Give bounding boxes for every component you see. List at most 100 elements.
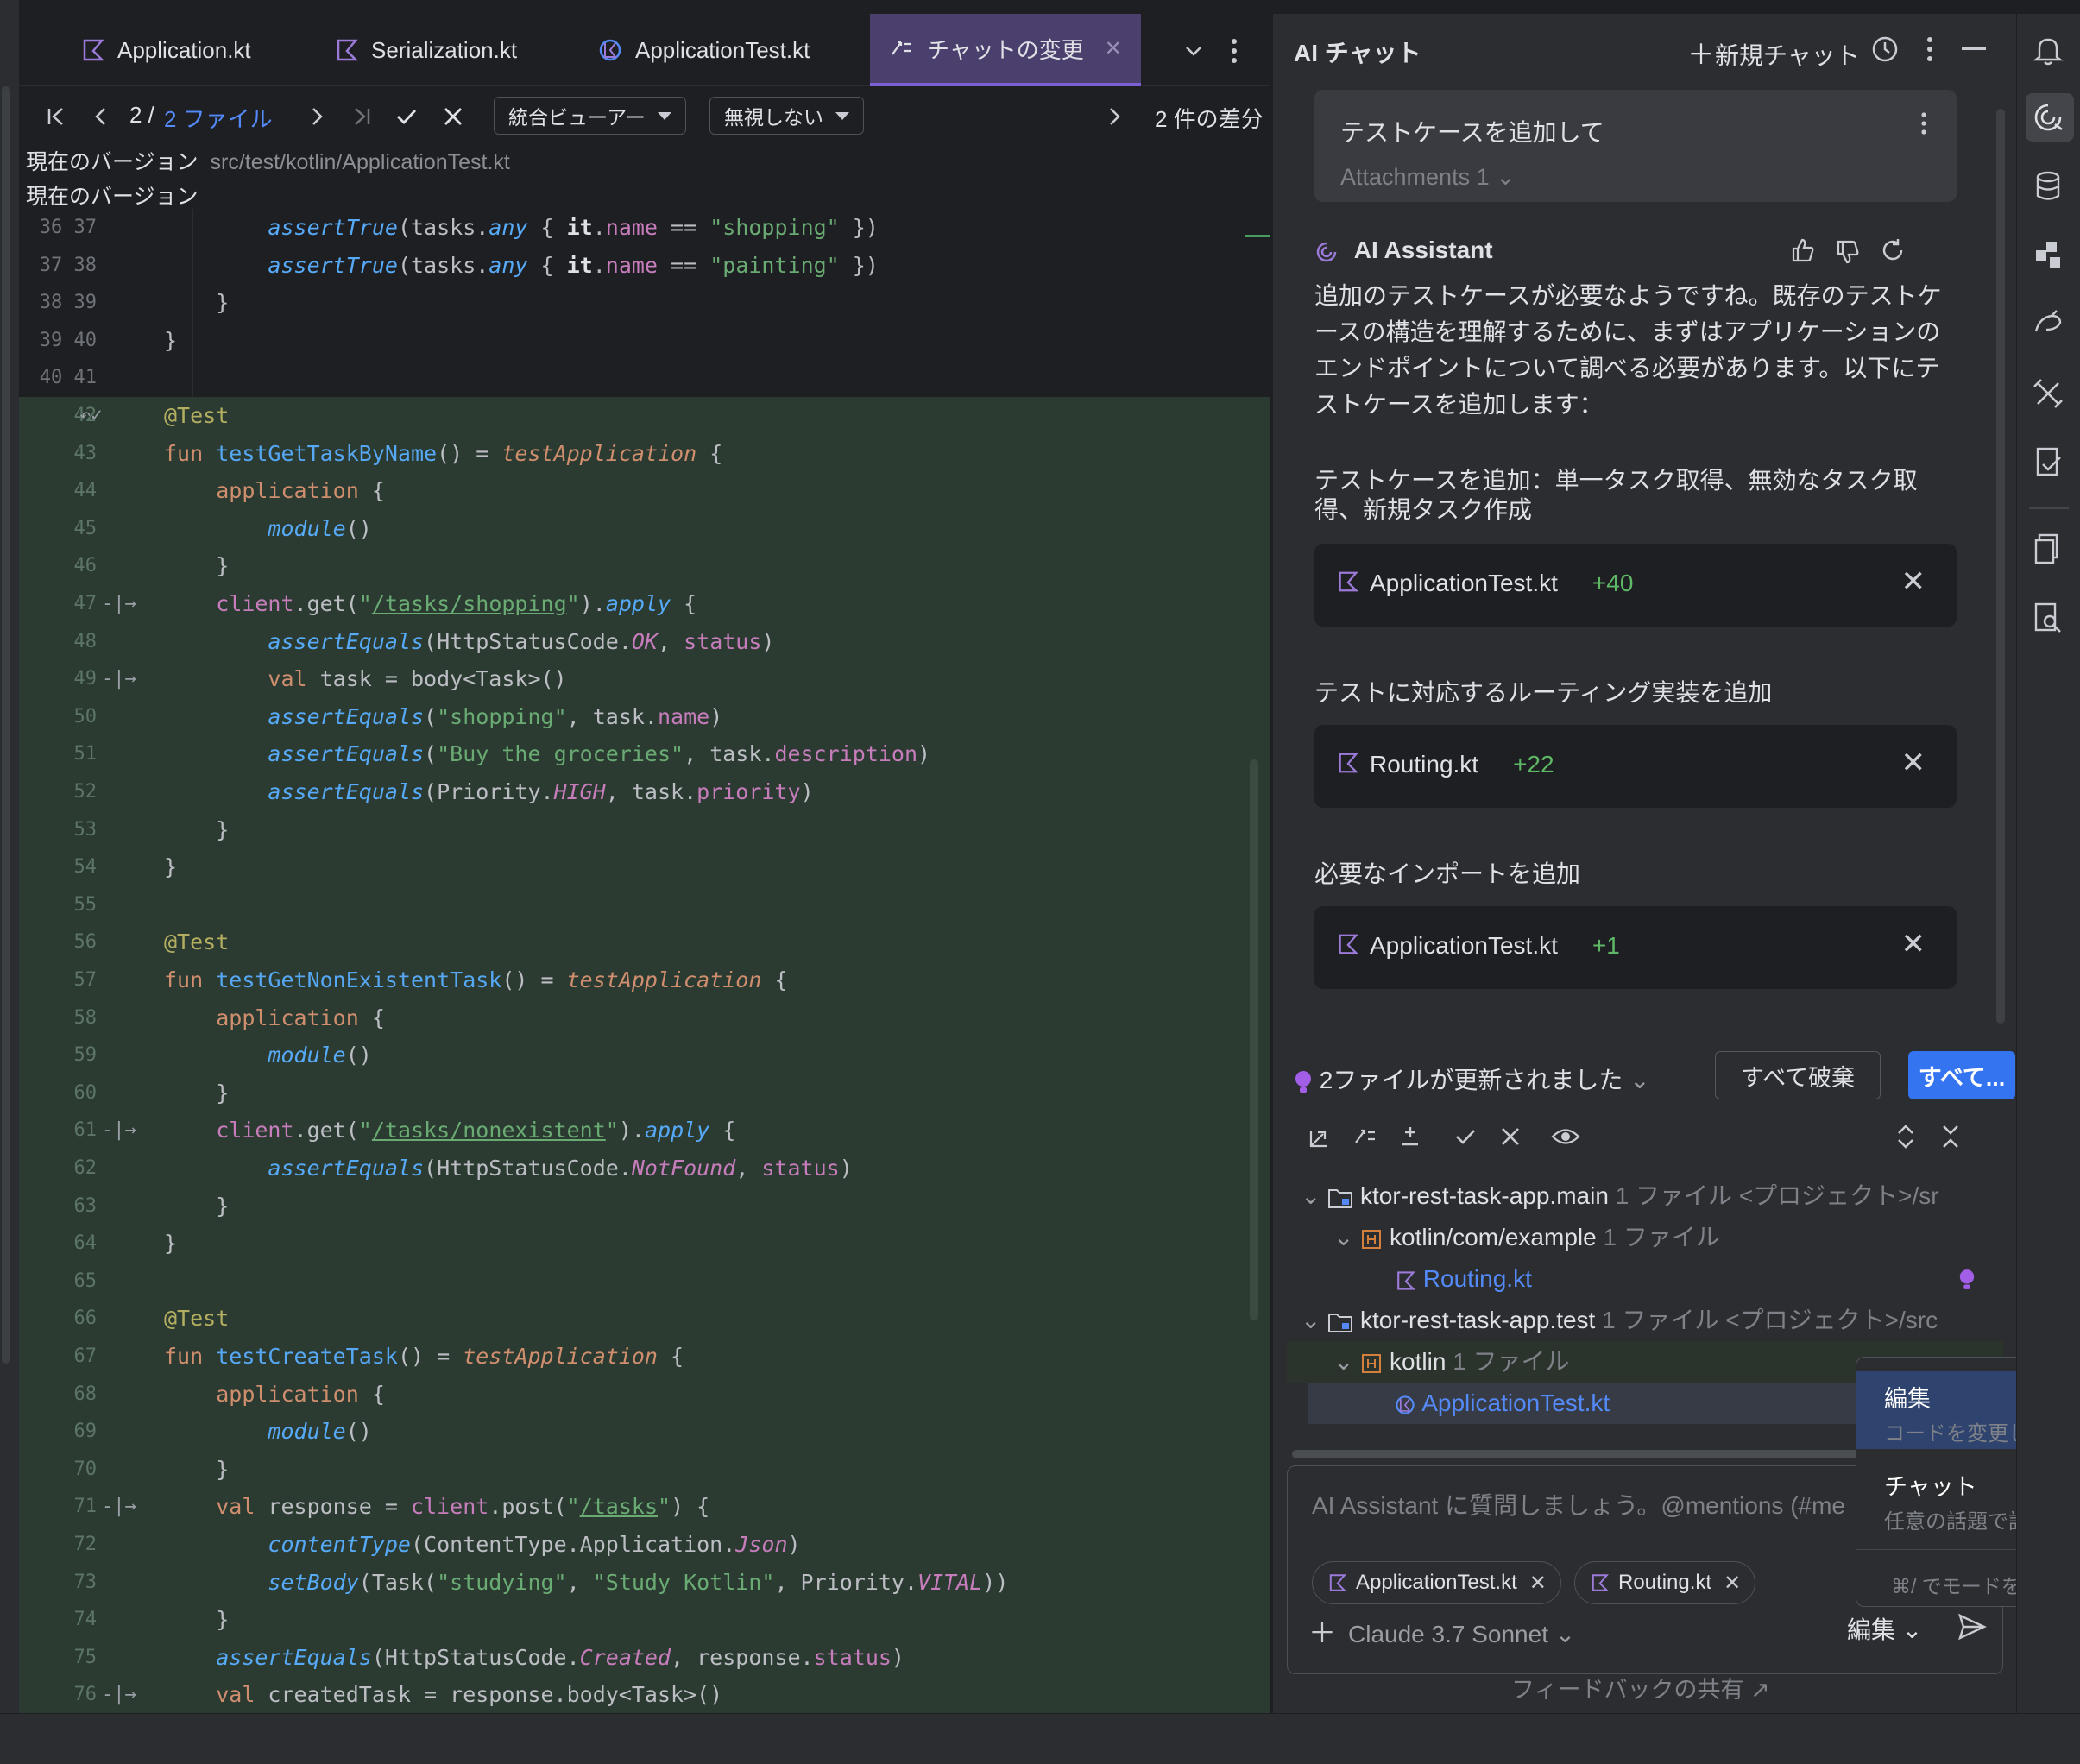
- context-chip[interactable]: Routing.kt ✕: [1574, 1561, 1756, 1604]
- code-line[interactable]: 42 ↶✓ @Test: [19, 397, 1270, 435]
- left-scrollbar[interactable]: [2, 86, 10, 1364]
- files-updated-toggle[interactable]: 2ファイルが更新されました ⌄: [1294, 1062, 1650, 1096]
- tree-scrollbar[interactable]: [1292, 1450, 1879, 1458]
- discard-all-button[interactable]: すべて破棄: [1715, 1051, 1881, 1099]
- code-line[interactable]: 60 }: [19, 1074, 1270, 1112]
- last-diff-icon[interactable]: [349, 104, 375, 129]
- code-line[interactable]: 72 contentType(ContentType.Application.J…: [19, 1526, 1270, 1564]
- close-icon[interactable]: ✕: [1901, 564, 1926, 599]
- code-line[interactable]: 55: [19, 885, 1270, 924]
- reject-x-icon[interactable]: [1497, 1124, 1523, 1150]
- tree-file-routing[interactable]: Routing.kt: [1394, 1258, 1532, 1300]
- ignore-mode-dropdown[interactable]: 無視しない: [709, 97, 864, 135]
- code-line[interactable]: 38 39 }: [19, 284, 1270, 323]
- tree-node-main-module[interactable]: ⌄ ktor-rest-task-app.main 1 ファイル <プロジェクト…: [1301, 1175, 1939, 1217]
- model-selector[interactable]: ＋ Claude 3.7 Sonnet ⌄: [1308, 1611, 1575, 1651]
- close-icon[interactable]: ✕: [1901, 746, 1926, 780]
- chat-scrollbar[interactable]: [1996, 109, 2005, 1024]
- code-line[interactable]: 74 }: [19, 1601, 1270, 1640]
- editor-scrollbar[interactable]: [1250, 759, 1258, 1320]
- coverage-icon[interactable]: [2031, 445, 2065, 480]
- share-feedback-link[interactable]: フィードバックの共有 ↗: [1511, 1671, 1770, 1704]
- code-line[interactable]: 48 assertEquals(HttpStatusCode.OK, statu…: [19, 622, 1270, 661]
- code-line[interactable]: 54}: [19, 848, 1270, 887]
- show-diff-icon[interactable]: [1352, 1124, 1378, 1150]
- code-line[interactable]: 36 37 assertTrue(tasks.any { it.name == …: [19, 209, 1270, 247]
- expand-all-icon[interactable]: [1894, 1124, 1917, 1150]
- revert-accept-icons[interactable]: ↶✓: [79, 397, 103, 435]
- minimize-icon[interactable]: [1962, 47, 1986, 52]
- code-line[interactable]: 68 application {: [19, 1375, 1270, 1414]
- code-line[interactable]: 53 }: [19, 810, 1270, 849]
- code-line[interactable]: 51 assertEquals("Buy the groceries", tas…: [19, 735, 1270, 774]
- close-icon[interactable]: ✕: [1901, 927, 1926, 961]
- reject-x-icon[interactable]: [440, 104, 466, 129]
- code-line[interactable]: 47 -|→ client.get("/tasks/shopping").appl…: [19, 585, 1270, 623]
- database-icon[interactable]: [2031, 169, 2065, 204]
- first-diff-icon[interactable]: [43, 104, 69, 129]
- code-line[interactable]: 66 @Test: [19, 1300, 1270, 1339]
- code-line[interactable]: 58 application {: [19, 999, 1270, 1037]
- thumbs-down-icon[interactable]: [1834, 238, 1862, 266]
- code-line[interactable]: 65: [19, 1262, 1270, 1301]
- code-line[interactable]: 44 application {: [19, 472, 1270, 511]
- mode-selector[interactable]: 編集 ⌄: [1847, 1611, 1922, 1646]
- code-line[interactable]: 63 }: [19, 1187, 1270, 1225]
- code-line[interactable]: 39 40}: [19, 321, 1270, 360]
- code-line[interactable]: 61 -|→ client.get("/tasks/nonexistent").a…: [19, 1112, 1270, 1150]
- chevron-down-icon[interactable]: [1182, 40, 1205, 62]
- accept-check-icon[interactable]: [394, 104, 419, 129]
- code-line[interactable]: 40 41: [19, 359, 1270, 398]
- code-line[interactable]: 56 @Test: [19, 923, 1270, 962]
- documents-icon[interactable]: [2031, 532, 2065, 566]
- tree-node-main-package[interactable]: ⌄ kotlin/com/example 1 ファイル: [1333, 1217, 1720, 1258]
- file-counter-total[interactable]: 2 ファイル: [164, 102, 273, 134]
- chat-input-placeholder[interactable]: AI Assistant に質問しましょう。@mentions (#me: [1312, 1487, 1845, 1521]
- attachments-toggle[interactable]: Attachments 1 ⌄: [1340, 164, 1516, 191]
- code-line[interactable]: 50 assertEquals("shopping", task.name): [19, 697, 1270, 736]
- tab-application-kt[interactable]: Application.kt: [79, 14, 251, 86]
- code-line[interactable]: 57 fun testGetNonExistentTask() = testApp…: [19, 961, 1270, 999]
- code-line[interactable]: 71 -|→ val response = client.post("/tasks…: [19, 1488, 1270, 1527]
- more-vertical-icon[interactable]: [1227, 36, 1241, 66]
- ai-chat-icon[interactable]: [2031, 100, 2065, 135]
- close-icon[interactable]: ✕: [1529, 1571, 1547, 1596]
- code-line[interactable]: 76 -|→ val createdTask = response.body<Ta…: [19, 1676, 1270, 1713]
- plugin-icon[interactable]: [2031, 238, 2065, 273]
- code-diff-view[interactable]: 36 37 assertTrue(tasks.any { it.name == …: [19, 209, 1270, 1713]
- search-document-icon[interactable]: [2031, 601, 2065, 635]
- plus-minus-icon[interactable]: [1397, 1124, 1423, 1150]
- code-line[interactable]: 45 module(): [19, 509, 1270, 548]
- open-external-icon[interactable]: [1308, 1124, 1333, 1150]
- code-line[interactable]: 67 fun testCreateTask() = testApplication…: [19, 1338, 1270, 1376]
- tree-node-test-module[interactable]: ⌄ ktor-rest-task-app.test 1 ファイル <プロジェクト…: [1301, 1300, 1938, 1341]
- tab-serialization-kt[interactable]: Serialization.kt: [333, 14, 517, 86]
- code-line[interactable]: 59 module(): [19, 1036, 1270, 1075]
- eye-icon[interactable]: [1551, 1124, 1580, 1150]
- new-chat-button[interactable]: ＋新規チャット: [1687, 33, 1860, 72]
- regenerate-icon[interactable]: [1879, 236, 1907, 264]
- accept-all-button[interactable]: すべて...: [1908, 1051, 2015, 1099]
- tools-icon[interactable]: [2031, 376, 2065, 411]
- changed-file-card[interactable]: ApplicationTest.kt +1 ✕: [1314, 906, 1957, 989]
- code-line[interactable]: 75 assertEquals(HttpStatusCode.Created, …: [19, 1638, 1270, 1677]
- close-icon[interactable]: ✕: [1105, 36, 1122, 61]
- prev-diff-icon[interactable]: [88, 104, 114, 129]
- notifications-bell-icon[interactable]: [2031, 33, 2065, 67]
- changed-file-card[interactable]: Routing.kt +22 ✕: [1314, 725, 1957, 808]
- more-vertical-icon[interactable]: [1924, 35, 1936, 64]
- code-line[interactable]: 62 assertEquals(HttpStatusCode.NotFound,…: [19, 1150, 1270, 1188]
- plus-icon[interactable]: ＋: [1308, 1617, 1336, 1648]
- more-vertical-icon[interactable]: [1919, 110, 1929, 136]
- code-line[interactable]: 49 -|→ val task = body<Task>(): [19, 660, 1270, 699]
- changed-file-card[interactable]: ApplicationTest.kt +40 ✕: [1314, 544, 1957, 627]
- close-icon[interactable]: ✕: [1724, 1571, 1741, 1596]
- code-line[interactable]: 37 38 assertTrue(tasks.any { it.name == …: [19, 246, 1270, 285]
- code-line[interactable]: 73 setBody(Task("studying", "Study Kotli…: [19, 1563, 1270, 1602]
- code-line[interactable]: 52 assertEquals(Priority.HIGH, task.prio…: [19, 773, 1270, 811]
- accept-check-icon[interactable]: [1453, 1124, 1478, 1150]
- code-line[interactable]: 70 }: [19, 1450, 1270, 1489]
- thumbs-up-icon[interactable]: [1789, 236, 1817, 264]
- collapse-all-icon[interactable]: [1939, 1124, 1962, 1150]
- ai-agent-icon[interactable]: [2031, 307, 2065, 342]
